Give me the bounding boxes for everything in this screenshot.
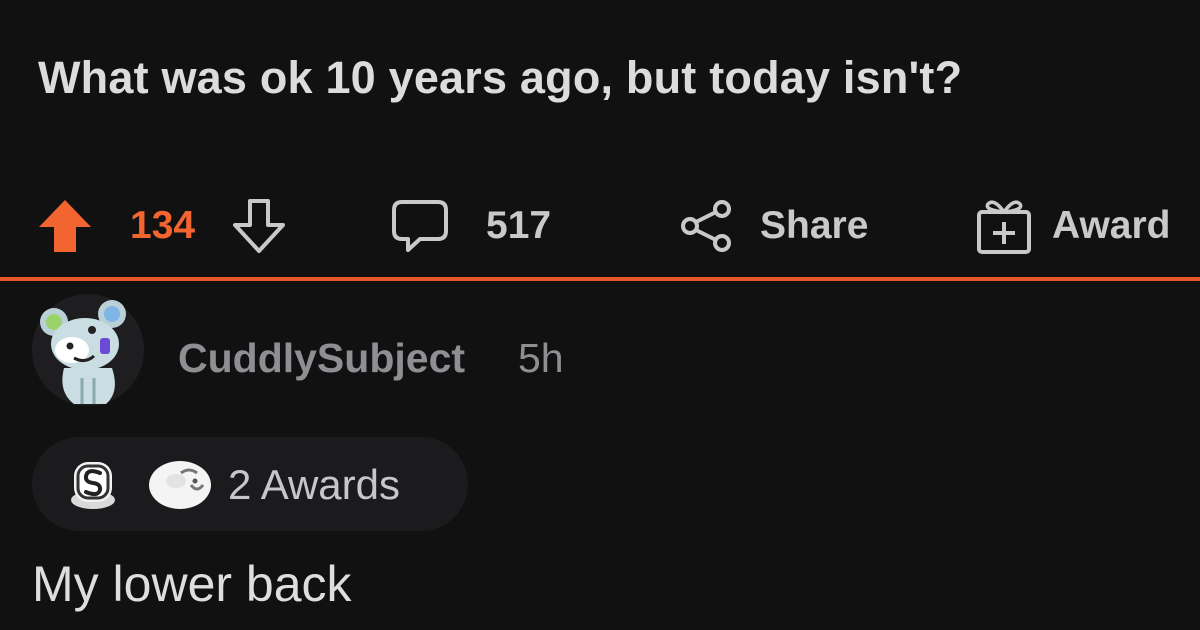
share-icon bbox=[681, 200, 731, 252]
comment-count: 517 bbox=[486, 204, 552, 247]
awards-count-label: 2 Awards bbox=[228, 461, 400, 508]
comment-timestamp: 5h bbox=[518, 335, 564, 381]
wholesome-award-icon bbox=[149, 461, 211, 509]
post-title: What was ok 10 years ago, but today isn'… bbox=[38, 52, 963, 103]
upvote-button[interactable] bbox=[36, 190, 94, 262]
post-action-bar: 134 517 Share Award bbox=[0, 190, 1200, 262]
award-button[interactable]: Award bbox=[974, 190, 1171, 262]
comment-body: My lower back bbox=[32, 556, 352, 612]
upvote-count: 134 bbox=[130, 204, 196, 247]
snoo-avatar-icon bbox=[32, 294, 144, 406]
silver-award bbox=[64, 456, 122, 512]
downvote-button[interactable] bbox=[230, 190, 288, 262]
section-divider bbox=[0, 277, 1200, 281]
comment-bubble-icon bbox=[392, 200, 448, 252]
downvote-arrow-icon[interactable] bbox=[230, 197, 288, 255]
comments-button[interactable]: 517 bbox=[390, 190, 551, 262]
silver-award-icon bbox=[71, 462, 115, 509]
gift-award-icon bbox=[977, 200, 1031, 254]
comment-username[interactable]: CuddlySubject bbox=[178, 335, 465, 382]
wholesome-award bbox=[145, 459, 215, 511]
avatar[interactable] bbox=[30, 292, 146, 408]
upvote-arrow-icon[interactable] bbox=[36, 197, 94, 255]
award-label: Award bbox=[1052, 204, 1171, 247]
share-button[interactable]: Share bbox=[678, 190, 868, 262]
share-label: Share bbox=[760, 204, 869, 247]
